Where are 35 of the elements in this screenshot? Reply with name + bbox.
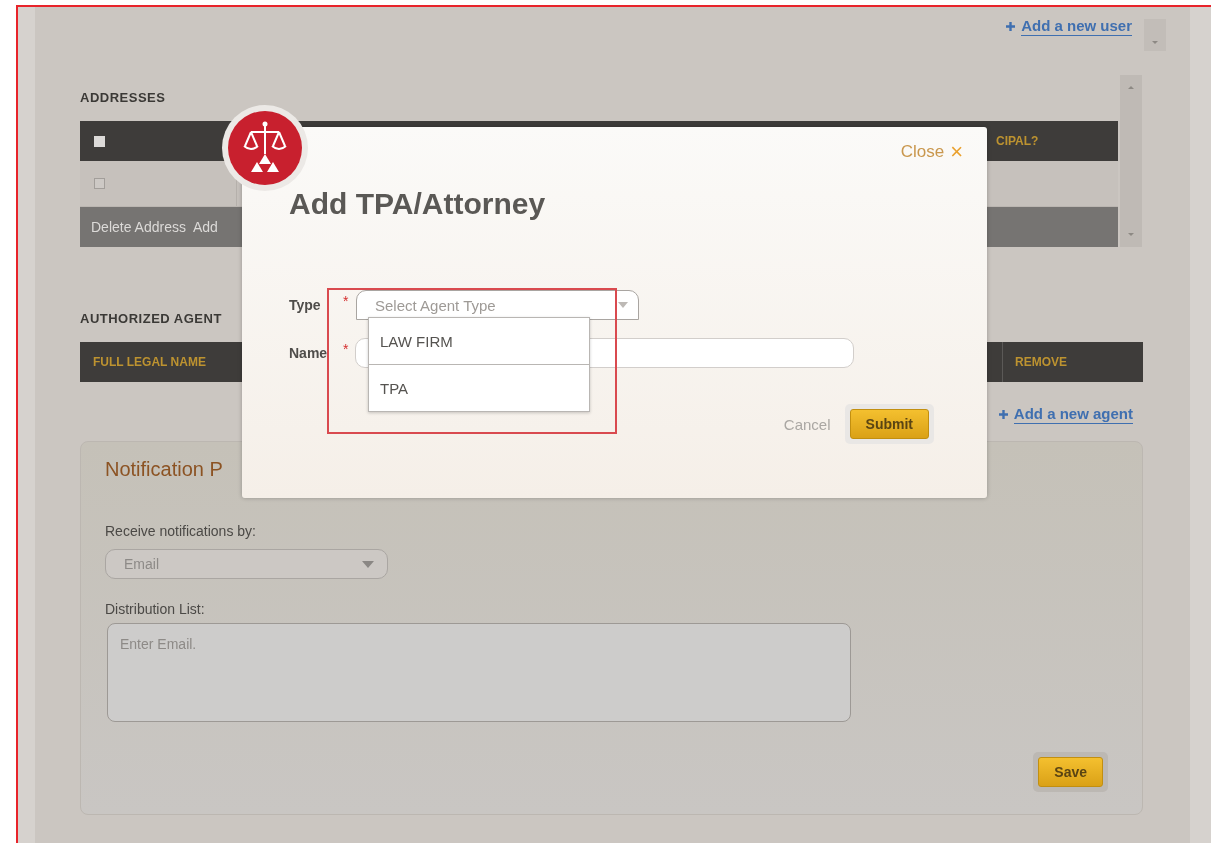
panel-title: Notification P	[105, 458, 224, 481]
checkbox[interactable]	[94, 135, 105, 147]
action-link[interactable]: Add	[192, 219, 218, 235]
section-heading: ADDRESSES	[80, 90, 167, 105]
column-header: REMOVE	[1002, 342, 1067, 382]
column-header: FULL LEGAL NAME	[93, 355, 206, 369]
save-button[interactable]: Save	[1038, 757, 1103, 787]
distribution-list-field[interactable]: Enter Email.	[107, 623, 851, 722]
cancel-link[interactable]: Cancel	[783, 415, 831, 433]
scrollbar[interactable]	[1120, 75, 1142, 247]
field-label: Type	[289, 297, 322, 313]
submit-button[interactable]: Submit	[849, 409, 929, 439]
add-user-link[interactable]: Add a new user	[1006, 17, 1132, 36]
column-header: CIPAL?	[996, 134, 1039, 148]
section-heading: AUTHORIZED AGENT	[80, 311, 223, 326]
action-link[interactable]: Delete Address	[91, 219, 186, 235]
close-button[interactable]: Close ×	[900, 141, 963, 163]
dialog-title: Add TPA/Attorney	[289, 187, 547, 221]
caret-icon	[618, 302, 628, 308]
dropdown-option[interactable]: TPA	[369, 364, 589, 411]
dropdown-option[interactable]: LAW FIRM	[369, 318, 589, 364]
required-marker: *	[343, 341, 349, 357]
plus-icon	[998, 410, 1008, 419]
field-label: Distribution List:	[105, 601, 206, 617]
caret-icon	[362, 560, 374, 568]
agent-type-dropdown[interactable]: Select Agent Type	[356, 290, 639, 320]
add-agent-link[interactable]: Add a new agent	[998, 398, 1133, 431]
field-label: Receive notifications by:	[105, 523, 257, 539]
required-marker: *	[343, 293, 349, 309]
checkbox[interactable]	[94, 178, 105, 189]
field-label: Name	[289, 345, 329, 361]
notification-dropdown[interactable]: Email	[105, 549, 388, 579]
scroll-down-button[interactable]	[1144, 19, 1166, 51]
plus-icon	[1006, 22, 1016, 31]
scales-logo-icon	[221, 104, 309, 192]
